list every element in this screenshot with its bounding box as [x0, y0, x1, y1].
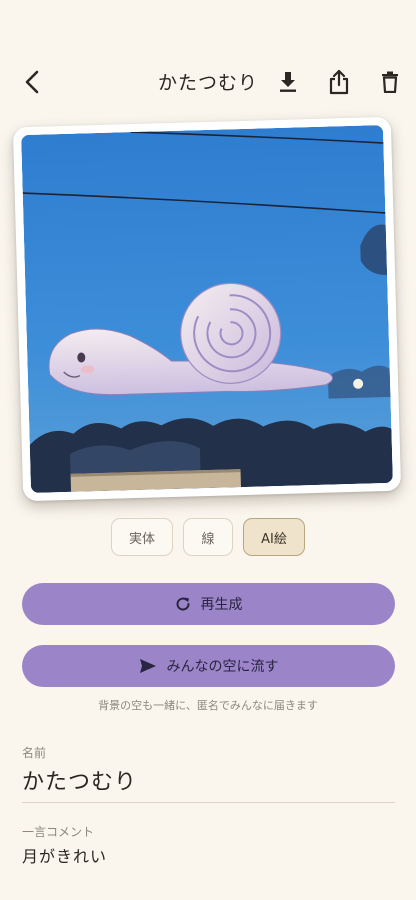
- comment-field[interactable]: 月がきれい: [22, 843, 107, 867]
- send-to-sky-button[interactable]: みんなの空に流す: [22, 645, 395, 687]
- mode-button-line[interactable]: 線: [183, 518, 233, 556]
- name-label: 名前: [22, 746, 47, 760]
- delete-button[interactable]: [374, 66, 406, 98]
- regenerate-label: 再生成: [200, 597, 243, 613]
- page-title: かたつむり: [158, 72, 259, 94]
- download-icon: [280, 72, 296, 92]
- mode-toggle-group: 実体 線 AI絵: [0, 518, 416, 558]
- share-icon: [329, 69, 349, 95]
- photo-card: [12, 116, 402, 502]
- trash-icon: [382, 71, 398, 93]
- name-field[interactable]: かたつむり: [22, 764, 137, 796]
- regenerate-button[interactable]: 再生成: [22, 583, 395, 625]
- divider: [22, 802, 395, 803]
- top-bar: かたつむり: [0, 62, 416, 102]
- back-button[interactable]: [18, 66, 46, 98]
- download-button[interactable]: [272, 66, 304, 98]
- mode-button-real[interactable]: 実体: [111, 518, 173, 556]
- refresh-icon: [176, 597, 190, 611]
- send-caption: 背景の空も一緒に、匿名でみんなに届きます: [98, 699, 318, 712]
- comment-label: 一言コメント: [22, 825, 95, 839]
- share-button[interactable]: [323, 66, 355, 98]
- send-label: みんなの空に流す: [166, 659, 279, 675]
- send-icon: [139, 659, 156, 673]
- mode-button-ai[interactable]: AI絵: [243, 518, 305, 556]
- chevron-left-icon: [25, 70, 39, 94]
- sky-photo: [21, 125, 393, 493]
